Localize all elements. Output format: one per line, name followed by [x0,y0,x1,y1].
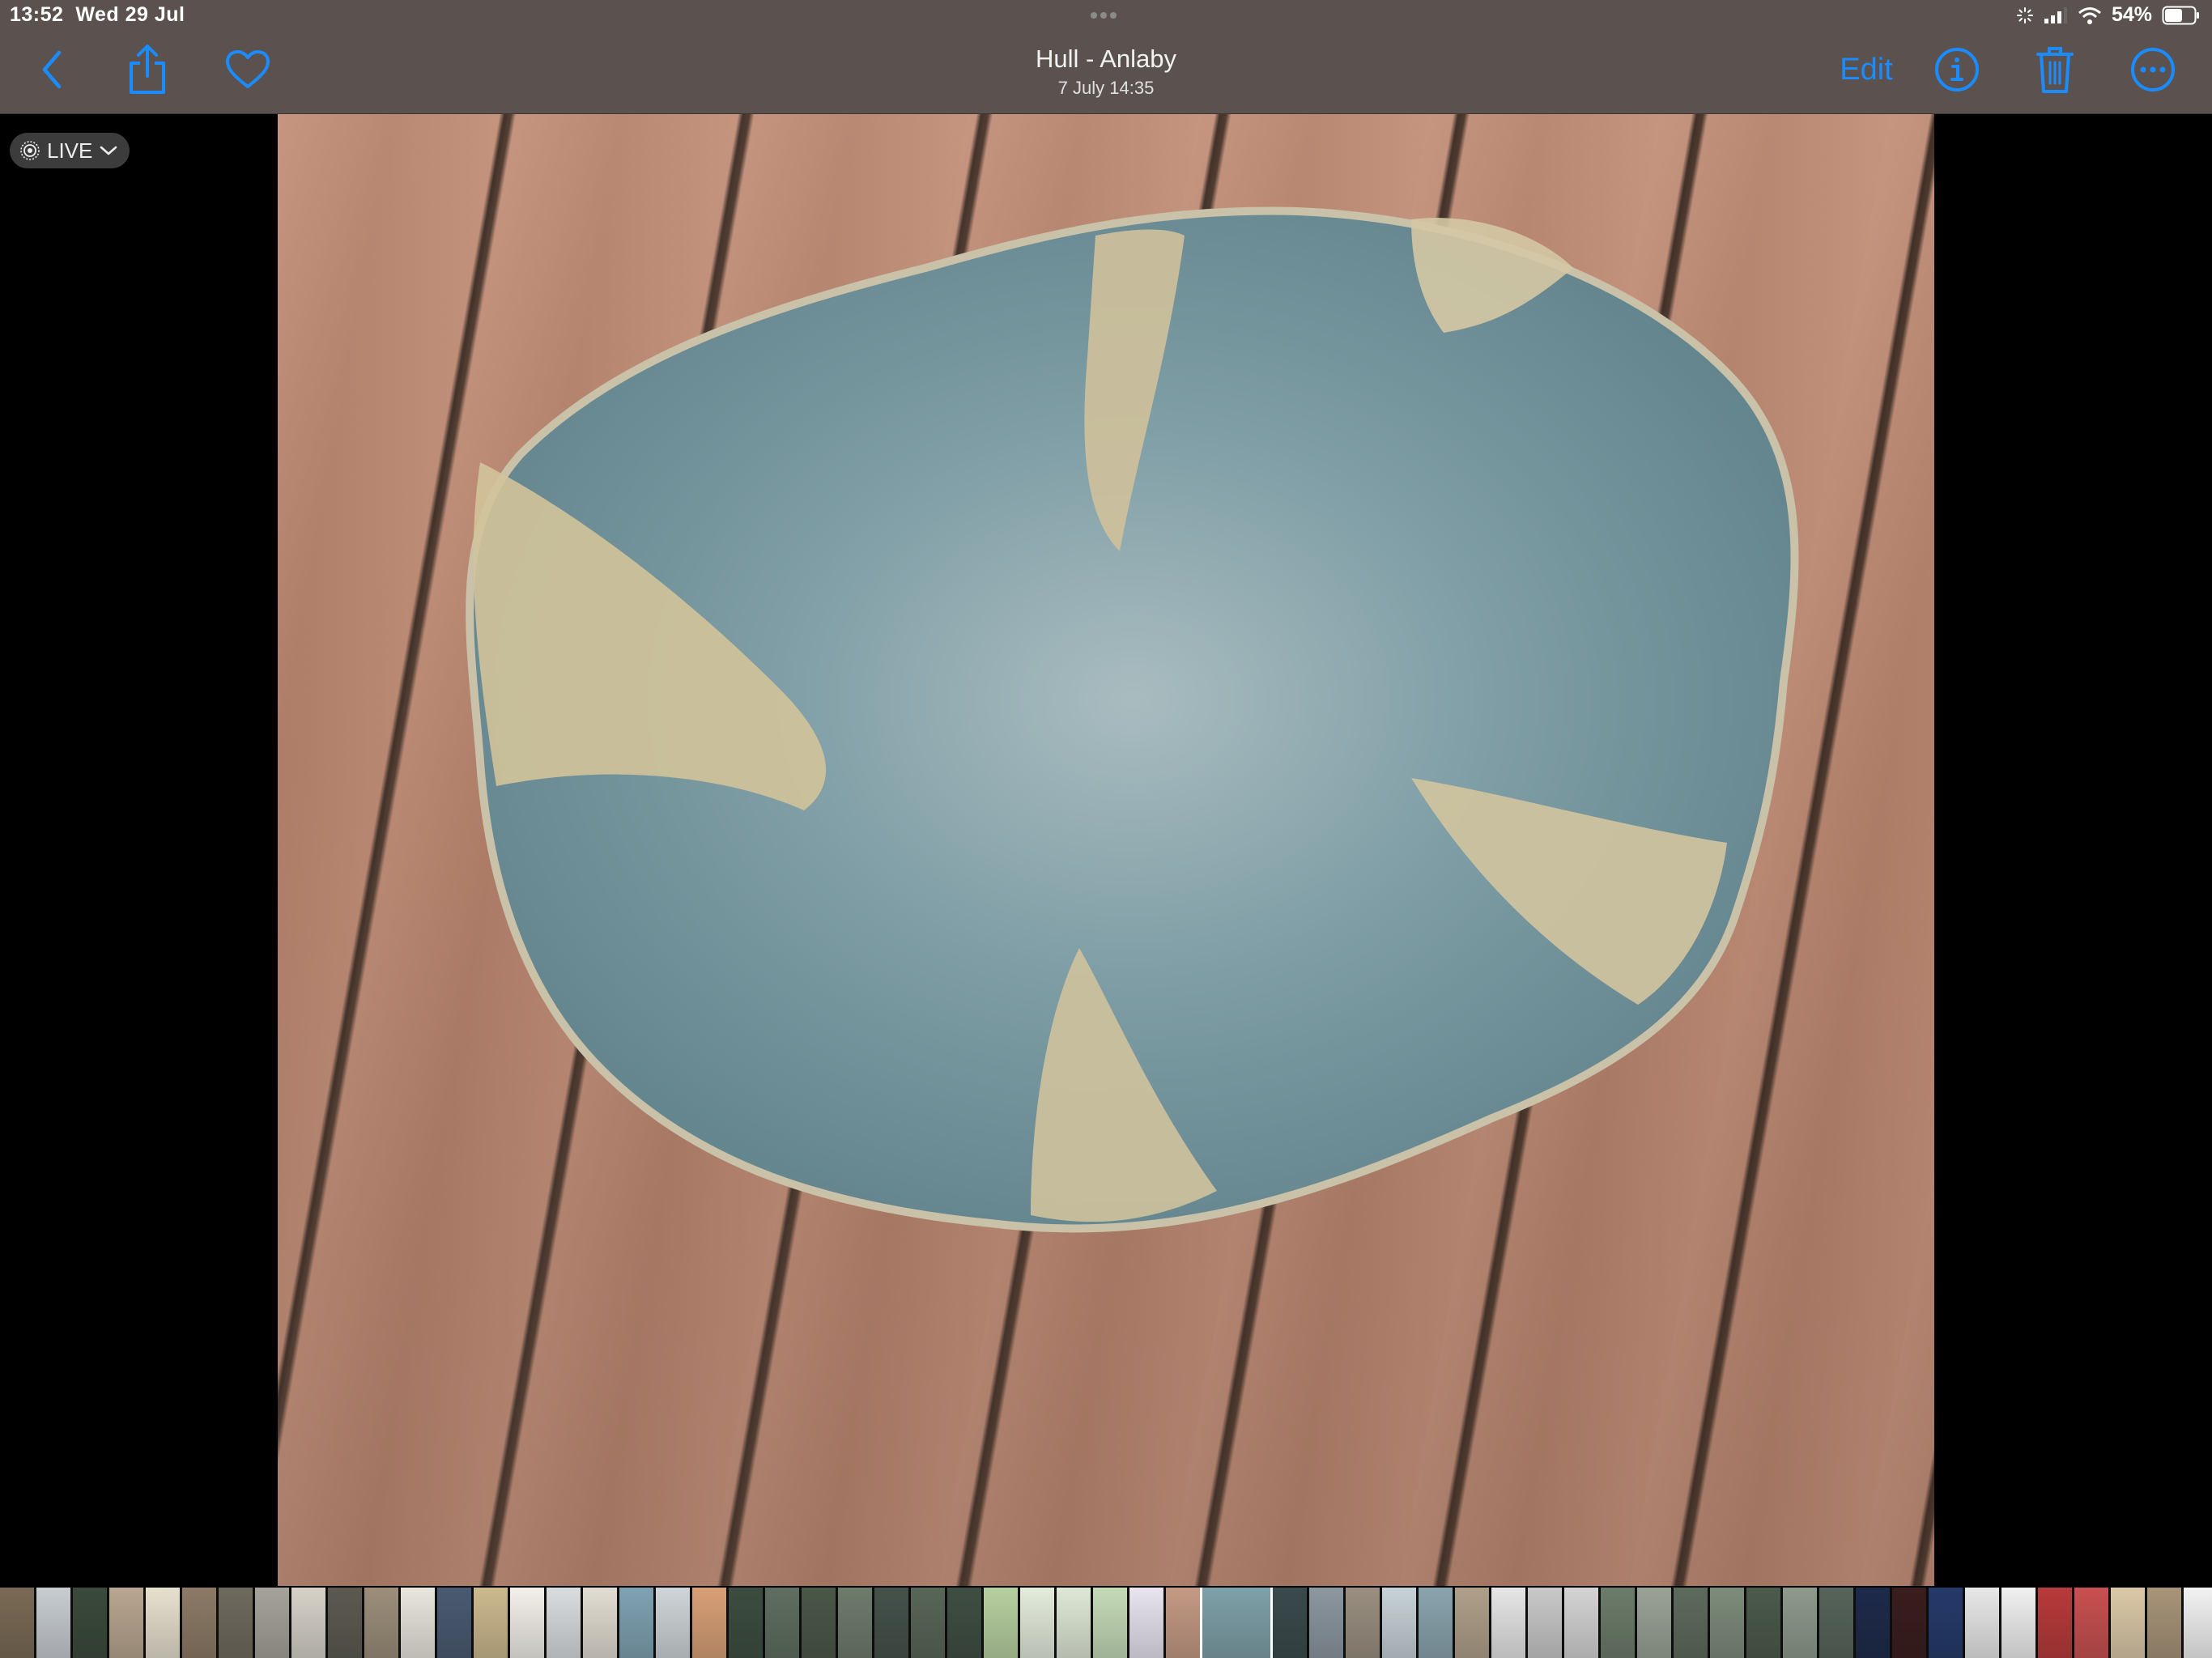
thumbnail[interactable] [1783,1588,1817,1658]
delete-button[interactable] [2034,44,2076,96]
status-bar: 13:52 Wed 29 Jul 54% [0,0,2212,32]
thumbnail[interactable] [692,1588,726,1658]
thumbnail[interactable] [291,1588,325,1658]
thumbnail[interactable] [1020,1588,1054,1658]
thumbnail[interactable] [182,1588,216,1658]
chevron-left-icon [42,50,62,89]
favorite-button[interactable] [223,44,272,96]
battery-percent: 54% [2111,3,2152,26]
thumbnail[interactable] [1382,1588,1416,1658]
thumbnail[interactable] [1564,1588,1598,1658]
thumbnail[interactable] [255,1588,289,1658]
thumbnail[interactable] [401,1588,435,1658]
activity-icon [2016,6,2033,23]
thumbnail[interactable] [1346,1588,1380,1658]
thumbnail[interactable] [1166,1588,1200,1658]
more-button[interactable] [2129,44,2176,96]
thumbnail[interactable] [1057,1588,1091,1658]
thumbnail[interactable] [2001,1588,2035,1658]
thumbnail[interactable] [1491,1588,1525,1658]
signal-icon [2044,6,2067,23]
info-button[interactable] [1933,44,1980,96]
thumbnail[interactable] [146,1588,180,1658]
thumbnail[interactable] [2074,1588,2108,1658]
thumbnail[interactable] [656,1588,690,1658]
live-photo-badge[interactable]: LIVE [10,133,130,168]
info-icon [1935,48,1979,91]
thumbnail-scrubber[interactable] [0,1588,2212,1658]
thumbnail[interactable] [1710,1588,1744,1658]
thumbnail[interactable] [437,1588,471,1658]
thumbnail[interactable] [1637,1588,1671,1658]
share-button[interactable] [125,44,170,96]
thumbnail[interactable] [911,1588,945,1658]
photo-view[interactable] [278,114,1934,1586]
thumbnail[interactable] [219,1588,253,1658]
thumbnail[interactable] [547,1588,581,1658]
thumbnail[interactable] [36,1588,70,1658]
status-time-date: 13:52 Wed 29 Jul [10,3,185,27]
thumbnail[interactable] [1273,1588,1307,1658]
status-indicators: 54% [2016,3,2201,27]
thumbnail[interactable] [1892,1588,1926,1658]
battery-icon [2162,6,2199,24]
thumbnail[interactable] [583,1588,617,1658]
thumbnail[interactable] [2147,1588,2181,1658]
thumbnail[interactable] [1200,1588,1273,1658]
thumbnail[interactable] [2111,1588,2145,1658]
thumbnail[interactable] [474,1588,508,1658]
thumbnail[interactable] [1419,1588,1453,1658]
thumbnail[interactable] [1093,1588,1127,1658]
thumbnail[interactable] [838,1588,872,1658]
thumbnail[interactable] [1674,1588,1708,1658]
multitasking-dots[interactable] [1089,8,1118,23]
chevron-down-icon [100,146,117,155]
share-icon [130,45,165,94]
back-button[interactable] [31,44,73,96]
thumbnail[interactable] [1309,1588,1343,1658]
ellipsis-circle-icon [2131,48,2175,91]
status-date: Wed 29 Jul [75,3,185,26]
thumbnail[interactable] [1601,1588,1635,1658]
thumbnail[interactable] [2184,1588,2212,1658]
thumbnail[interactable] [1129,1588,1163,1658]
thumbnail[interactable] [328,1588,362,1658]
status-time: 13:52 [10,3,64,26]
thumbnail[interactable] [765,1588,799,1658]
thumbnail[interactable] [729,1588,763,1658]
heart-icon [226,50,270,88]
ceramic-bowl-image [466,206,1799,1233]
thumbnail[interactable] [109,1588,143,1658]
thumbnail[interactable] [619,1588,653,1658]
thumbnail[interactable] [364,1588,398,1658]
thumbnail[interactable] [874,1588,908,1658]
edit-button[interactable]: Edit [1835,44,1898,96]
thumbnail[interactable] [73,1588,107,1658]
thumbnail[interactable] [1856,1588,1890,1658]
thumbnail[interactable] [947,1588,981,1658]
thumbnail[interactable] [510,1588,544,1658]
thumbnail[interactable] [1965,1588,1999,1658]
thumbnail[interactable] [0,1588,34,1658]
thumbnail[interactable] [2038,1588,2072,1658]
live-label: LIVE [47,138,93,163]
wifi-icon [2078,6,2101,24]
thumbnail[interactable] [1746,1588,1780,1658]
thumbnail[interactable] [1929,1588,1963,1658]
thumbnail[interactable] [802,1588,836,1658]
thumbnail[interactable] [984,1588,1018,1658]
live-photo-icon [20,141,40,160]
trash-icon [2036,47,2074,93]
thumbnail[interactable] [1528,1588,1562,1658]
thumbnail[interactable] [1819,1588,1853,1658]
thumbnail[interactable] [1455,1588,1489,1658]
